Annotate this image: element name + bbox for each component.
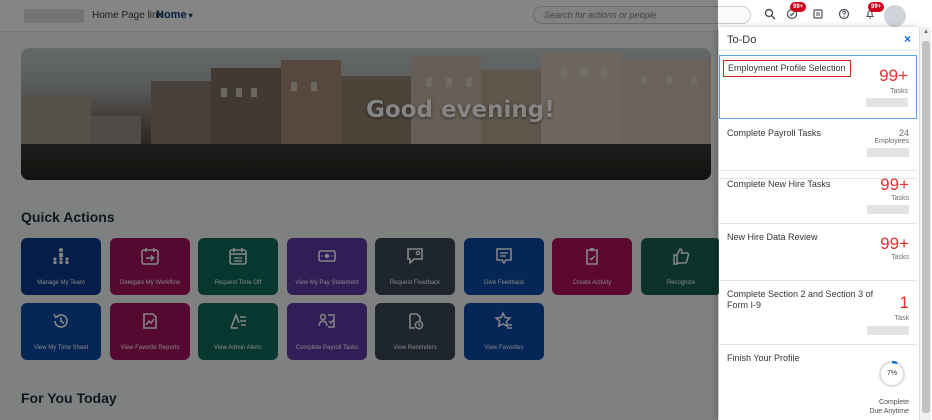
todo-item-placeholder [866,98,908,107]
tasks-icon[interactable] [808,6,828,26]
todo-item-count: 1 [899,293,909,312]
profile-status: Complete Due Anytime [869,398,909,416]
bell-badge: 99+ [868,2,885,12]
todo-item-name: Complete Payroll Tasks [727,128,821,138]
todo-item-name: Complete Section 2 and Section 3 of Form… [727,289,874,310]
todo-panel: To-Do × Employment Profile Selection 99+… [719,27,919,420]
scroll-up-icon[interactable]: ▲ [922,29,930,37]
todo-item-name: Finish Your Profile [727,353,800,363]
todo-item-unit: Task [894,315,909,322]
panel-scrollbar[interactable]: ▲ [919,27,931,420]
todo-card-finish-your-profile[interactable]: Finish Your Profile 7% Complete Due Anyt… [719,345,917,420]
todo-item-unit: Tasks [890,88,908,95]
todo-item-placeholder [867,205,909,214]
todo-item-count: 24 [898,128,909,138]
todo-item-unit: Tasks [891,254,909,261]
help-icon[interactable] [834,6,854,26]
notification-center-icon[interactable]: 99+ [782,2,807,26]
bell-icon[interactable]: 99+ [860,2,885,26]
todo-item-unit: Tasks [891,195,909,202]
todo-card-new-hire-data-review[interactable]: New Hire Data Review 99+ Tasks [719,224,917,281]
todo-item-name: New Hire Data Review [727,232,818,242]
todo-card-employment-profile-selection[interactable]: Employment Profile Selection 99+ Tasks [719,55,917,119]
todo-item-placeholder [867,148,909,157]
todo-title: To-Do [727,34,757,46]
user-avatar[interactable] [884,5,906,27]
todo-card-complete-form-i9[interactable]: Complete Section 2 and Section 3 of Form… [719,281,917,345]
profile-due-text: Due Anytime [869,408,909,415]
profile-progress-label: 7% [886,370,898,377]
modal-overlay[interactable] [0,0,718,420]
todo-item-count: 99+ [880,175,909,194]
todo-item-unit: Employees [874,138,909,145]
scroll-thumb[interactable] [922,41,930,413]
profile-status-text: Complete [879,399,909,406]
todo-card-complete-new-hire-tasks[interactable]: Complete New Hire Tasks 99+ Tasks [719,170,917,224]
notification-badge: 99+ [790,2,807,12]
search-icon[interactable] [760,6,780,26]
todo-item-count: 99+ [879,66,908,85]
todo-item-name: Complete New Hire Tasks [727,179,831,189]
todo-item-placeholder [867,326,909,335]
close-icon[interactable]: × [904,32,911,46]
todo-item-name: Employment Profile Selection [723,60,851,77]
todo-header: To-Do × [719,27,919,51]
todo-item-count: 99+ [880,234,909,253]
